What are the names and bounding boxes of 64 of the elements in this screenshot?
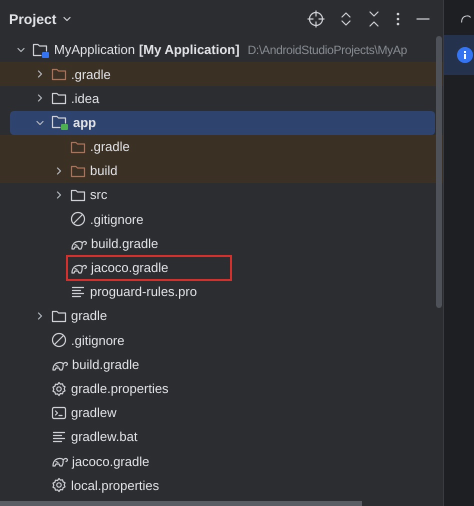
tree-item[interactable]: gradle.properties [10,376,435,401]
crosshair-icon[interactable] [307,10,325,28]
collapse-icon[interactable] [367,10,381,28]
folder-icon [70,187,86,204]
tree-item[interactable]: build [10,158,435,184]
tree-item[interactable]: local.properties [10,473,435,498]
file-name: .idea [71,90,100,108]
tree-item[interactable]: jacoco.gradle [10,449,435,474]
panel-title-dropdown[interactable]: Project [9,8,72,30]
file-name: local.properties [71,476,160,495]
file-name: gradlew [71,404,117,422]
chevron-right-icon[interactable] [54,166,64,176]
file-name: .gitignore [90,210,144,229]
more-icon[interactable] [395,10,401,28]
file-name: app [73,114,96,132]
file-name: src [90,186,108,204]
file-name: gradlew.bat [71,428,138,446]
tree-item[interactable]: proguard-rules.pro [10,280,435,304]
file-name: .gradle [71,66,111,84]
expand-icon[interactable] [339,10,353,28]
tree-item[interactable]: build.gradle [10,232,435,256]
folder-icon [51,90,67,106]
chevron-down-icon [62,14,72,24]
tree-item[interactable]: .gitignore [10,328,435,352]
vertical-scrollbar[interactable] [436,36,442,308]
chevron-right-icon[interactable] [35,93,45,104]
file-name: MyApplication [54,41,135,60]
tree-item[interactable]: .gradle [10,134,435,159]
file-name: .gradle [90,138,130,156]
file-name: gradle [71,307,108,326]
project-path: D:\AndroidStudioProjects\MyAp [248,42,407,60]
tree-item[interactable]: gradle [10,304,435,328]
file-name: build.gradle [91,234,158,253]
tree-item[interactable]: .idea [10,86,435,111]
tree-item[interactable]: gradlew.bat [10,425,435,450]
module-label: [My Application] [138,41,240,60]
horizontal-scrollbar[interactable] [0,501,362,506]
file-name: jacoco.gradle [72,452,150,471]
folder-icon [70,163,86,180]
tree-item[interactable]: gradlew [10,400,435,425]
chevron-right-icon[interactable] [35,311,45,322]
file-name: jacoco.gradle [91,259,168,278]
chevron-right-icon[interactable] [35,69,45,80]
tree-item[interactable]: MyApplication [My Application] D:\AndroidStudioProjects\MyAp [10,38,435,62]
file-name: build.gradle [72,356,140,374]
file-name: proguard-rules.pro [90,283,197,302]
tree-item[interactable]: jacoco.gradle [10,256,435,280]
folder-icon [51,308,67,324]
gear-icon [51,380,67,397]
prohibited-icon [51,332,67,348]
terminal-icon [51,404,67,421]
tree-item[interactable]: src [10,183,435,208]
tree-item[interactable]: build.gradle [10,352,435,377]
tree-item[interactable]: .gitignore [10,207,435,232]
file-name: .gitignore [71,332,124,350]
tree-item[interactable]: app [10,110,435,135]
info-icon [457,47,473,63]
file-name: build [90,162,118,180]
prohibited-icon [70,211,86,228]
gear-icon [51,477,67,494]
folder-icon [51,66,67,82]
tree-item[interactable]: .gradle [10,62,435,86]
file-name: gradle.properties [71,380,169,398]
chevron-right-icon[interactable] [54,190,64,200]
